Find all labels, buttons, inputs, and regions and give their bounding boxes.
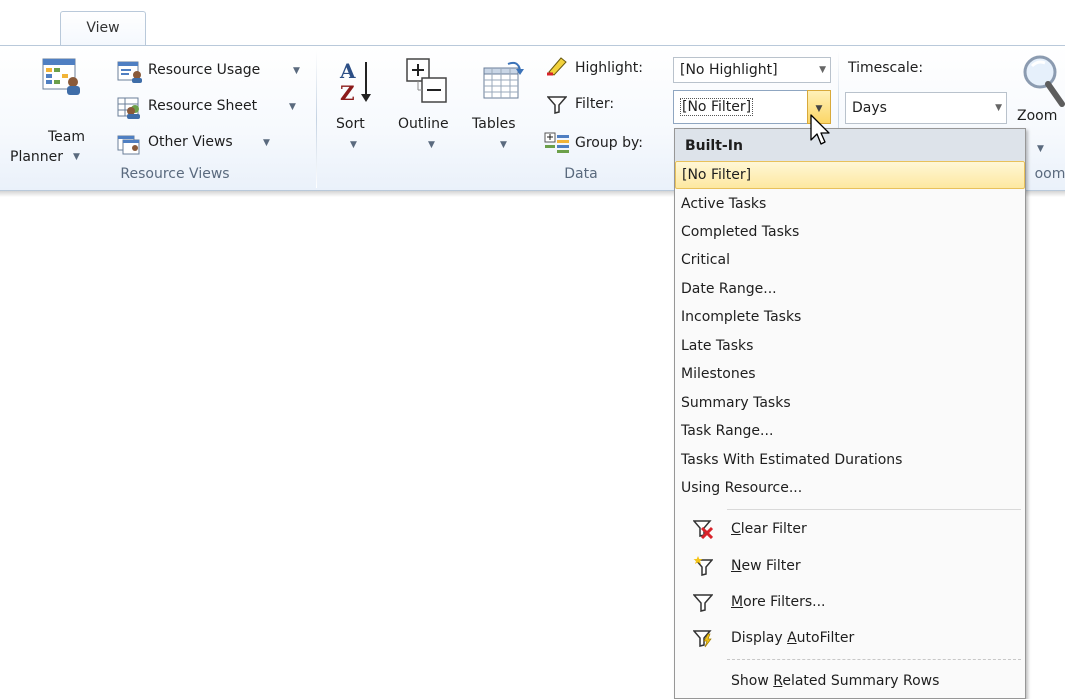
display-autofilter-access-key: A — [787, 630, 797, 646]
highlight-value: [No Highlight] — [680, 62, 778, 78]
clear-filter-icon — [693, 520, 713, 539]
chevron-down-icon: ▼ — [428, 140, 435, 150]
show-related-access-key: R — [773, 673, 783, 689]
resource-usage-label: Resource Usage — [148, 62, 261, 78]
menu-header-built-in: Built-In — [675, 129, 1025, 161]
chevron-down-icon: ▼ — [819, 65, 826, 75]
new-filter-icon — [693, 556, 713, 576]
group-label-resource-views: Resource Views — [120, 166, 230, 182]
menu-item-milestones[interactable]: Milestones — [675, 360, 1025, 388]
highlight-icon — [547, 57, 567, 76]
group-by-icon — [544, 132, 569, 153]
menu-item-incomplete-tasks[interactable]: Incomplete Tasks — [675, 303, 1025, 331]
mouse-cursor-icon — [810, 114, 830, 145]
menu-separator-dashed — [727, 659, 1021, 660]
menu-item-completed-tasks[interactable]: Completed Tasks — [675, 218, 1025, 246]
chevron-down-icon: ▼ — [73, 152, 80, 162]
zoom-magnifier-icon — [1023, 55, 1065, 107]
highlight-combo[interactable]: [No Highlight] ▼ — [673, 57, 831, 83]
menu-item-tasks-with-estimated-durations[interactable]: Tasks With Estimated Durations — [675, 446, 1025, 474]
chevron-down-icon: ▼ — [500, 140, 507, 150]
tables-label: Tables — [472, 116, 516, 132]
filter-funnel-icon — [547, 96, 567, 114]
other-views-icon — [117, 135, 140, 155]
new-filter-text-post: ew Filter — [741, 558, 801, 574]
display-autofilter-text-pre: Display — [731, 630, 788, 646]
sort-label: Sort — [336, 116, 365, 132]
timescale-value: Days — [852, 100, 887, 116]
group-separator — [316, 50, 317, 188]
highlight-label: Highlight: — [575, 60, 643, 76]
more-filters-command[interactable]: More Filters... — [675, 584, 1025, 620]
menu-item-summary-tasks[interactable]: Summary Tasks — [675, 389, 1025, 417]
filter-value: [No Filter] — [680, 98, 754, 116]
clear-filter-command[interactable]: Clear Filter — [675, 511, 1025, 547]
show-related-text-post: elated Summary Rows — [782, 673, 940, 689]
timescale-label: Timescale: — [848, 60, 924, 76]
menu-item-date-range[interactable]: Date Range... — [675, 275, 1025, 303]
timescale-combo[interactable]: Days ▼ — [845, 92, 1007, 124]
menu-item-critical[interactable]: Critical — [675, 246, 1025, 274]
new-filter-command[interactable]: New Filter — [675, 548, 1025, 584]
outline-label: Outline — [398, 116, 449, 132]
display-autofilter-command[interactable]: Display AutoFilter — [675, 620, 1025, 656]
show-related-text-pre: Show — [731, 673, 774, 689]
chevron-down-icon: ▼ — [293, 66, 300, 76]
more-filters-access-key: M — [731, 594, 744, 610]
outline-button[interactable]: Outline ▼ — [396, 56, 468, 162]
tables-button[interactable]: Tables ▼ — [472, 56, 534, 162]
tables-icon — [483, 61, 524, 99]
group-label-data: Data — [564, 166, 598, 182]
team-planner-label-line2: Planner — [10, 149, 64, 165]
group-label-zoom: oom — [1034, 166, 1065, 182]
tab-view[interactable]: View — [60, 11, 146, 46]
filter-dropdown-menu: Built-In [No Filter] Active Tasks Comple… — [674, 128, 1026, 699]
new-filter-access-key: N — [731, 558, 742, 574]
group-by-label: Group by: — [575, 135, 643, 151]
outline-icon — [406, 58, 447, 103]
sort-button[interactable]: A Z Sort ▼ — [334, 56, 378, 162]
chevron-down-icon: ▼ — [289, 102, 296, 112]
team-planner-button[interactable]: Team Planner ▼ — [10, 54, 100, 165]
show-related-summary-rows-command[interactable]: Show Related Summary Rows — [675, 663, 1025, 699]
resource-usage-icon — [117, 61, 142, 83]
ribbon-tab-strip — [0, 0, 1065, 46]
resource-sheet-button[interactable]: Resource Sheet ▼ — [117, 96, 307, 122]
team-planner-label-line1: Team — [48, 129, 86, 145]
autofilter-icon — [693, 630, 712, 648]
svg-text:A: A — [339, 59, 356, 83]
menu-item-active-tasks[interactable]: Active Tasks — [675, 190, 1025, 218]
clear-filter-access-key: C — [731, 521, 741, 537]
menu-item-no-filter[interactable]: [No Filter] — [675, 161, 1025, 189]
more-filters-text-post: ore Filters... — [743, 594, 826, 610]
funnel-icon — [693, 594, 713, 612]
menu-item-late-tasks[interactable]: Late Tasks — [675, 332, 1025, 360]
clear-filter-text-post: lear Filter — [740, 521, 807, 537]
chevron-down-icon: ▼ — [1037, 144, 1044, 154]
filter-label: Filter: — [575, 96, 615, 112]
zoom-label[interactable]: Zoom — [1017, 108, 1057, 124]
menu-item-using-resource[interactable]: Using Resource... — [675, 474, 1025, 502]
svg-text:Z: Z — [340, 81, 355, 105]
chevron-down-icon: ▼ — [995, 103, 1002, 113]
other-views-label: Other Views — [148, 134, 233, 150]
chevron-down-icon: ▼ — [263, 138, 270, 148]
menu-item-task-range[interactable]: Task Range... — [675, 417, 1025, 445]
resource-sheet-label: Resource Sheet — [148, 98, 258, 114]
resource-sheet-icon — [117, 97, 140, 119]
team-planner-icon — [42, 58, 80, 95]
chevron-down-icon: ▼ — [350, 140, 357, 150]
other-views-button[interactable]: Other Views ▼ — [117, 132, 307, 158]
resource-usage-button[interactable]: Resource Usage ▼ — [117, 60, 307, 86]
sort-az-icon: A Z — [339, 59, 371, 105]
menu-separator — [727, 509, 1021, 510]
display-autofilter-text-post: utoFilter — [796, 630, 855, 646]
chevron-down-icon: ▼ — [815, 104, 823, 114]
